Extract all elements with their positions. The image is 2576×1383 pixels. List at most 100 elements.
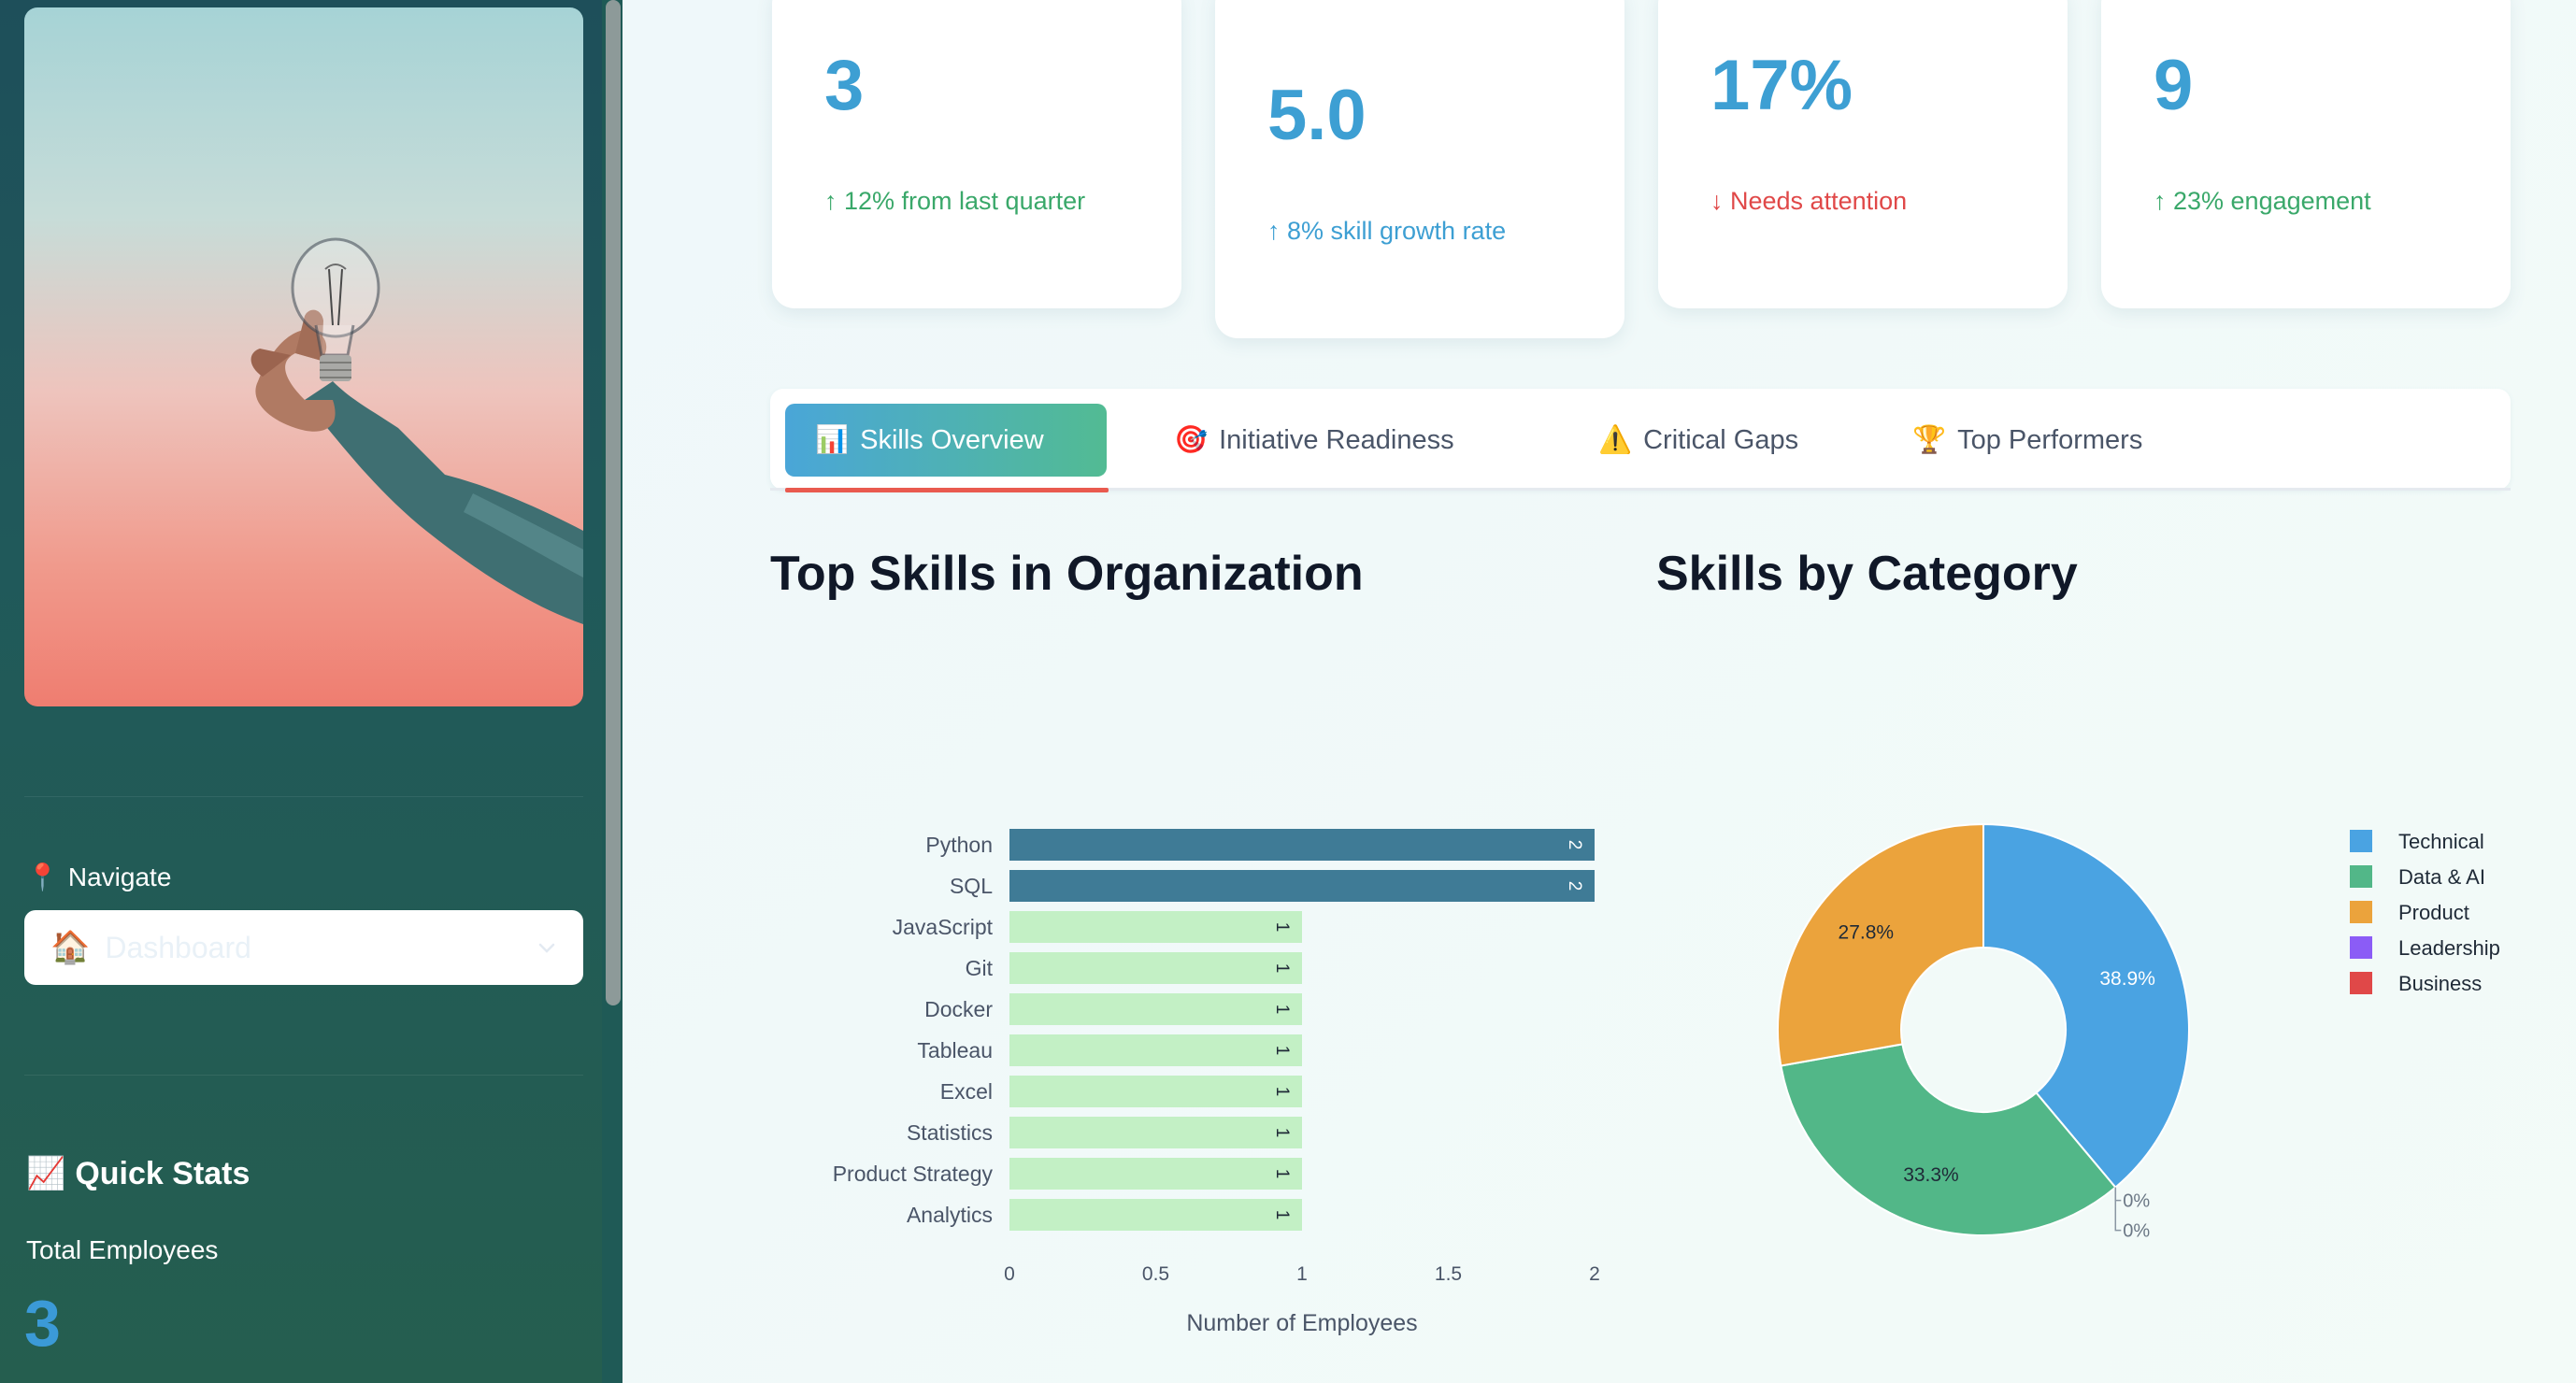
pin-icon: 📍: [26, 863, 59, 891]
navigate-label-text: Navigate: [67, 862, 172, 891]
metric-value: 5.0: [1267, 76, 1367, 155]
bar-javascript[interactable]: [1009, 911, 1302, 943]
legend-label[interactable]: Leadership: [2398, 936, 2500, 960]
top-skills-bar-chart: Python 2 SQL 2 JavaScript 1 Git 1 Docker 1 Tableau…: [833, 829, 1600, 1336]
slice-data-label: 27.8%: [1839, 922, 1895, 944]
sidebar-divider: [24, 1075, 583, 1076]
zero-slice-leader-line: [2114, 1187, 2122, 1232]
bar-python[interactable]: [1009, 829, 1595, 861]
active-tab-indicator: [785, 488, 1109, 492]
legend-label[interactable]: Business: [2398, 972, 2482, 995]
metric-card-skill-score: 5.0 ↑ 8% skill growth rate: [1215, 0, 1624, 338]
bar-git[interactable]: [1009, 952, 1302, 984]
legend-label[interactable]: Product: [2398, 901, 2469, 924]
total-employees-value: 3: [24, 1287, 61, 1360]
x-tick-label: 0: [1004, 1263, 1015, 1285]
bar-data-label: 1: [1272, 1210, 1292, 1220]
bar-tableau[interactable]: [1009, 1034, 1302, 1066]
bar-data-label: 1: [1272, 922, 1292, 933]
legend-swatch: [2350, 901, 2372, 923]
bar-category-label: Docker: [924, 997, 993, 1021]
bar-data-label: 2: [1565, 840, 1584, 850]
x-tick-label: 1.5: [1435, 1263, 1462, 1285]
target-icon: 🎯: [1174, 425, 1209, 455]
legend-label[interactable]: Technical: [2398, 830, 2484, 853]
bar-category-label: Analytics: [907, 1203, 993, 1227]
bar-data-label: 1: [1272, 1005, 1292, 1015]
x-tick-label: 1: [1296, 1263, 1308, 1285]
tab-initiative-readiness[interactable]: 🎯 Initiative Readiness: [1144, 404, 1484, 477]
bar-excel[interactable]: [1009, 1076, 1302, 1107]
house-icon: 🏠: [50, 930, 91, 965]
tab-skills-overview[interactable]: 📊 Skills Overview: [785, 404, 1107, 477]
metric-delta: ↑ 12% from last quarter: [824, 187, 1086, 215]
top-skills-title: Top Skills in Organization: [770, 547, 1364, 601]
skills-by-category-donut-chart: 38.9% 33.3% 27.8% 0% 0% Technical Data & AI Pro…: [1777, 822, 2500, 1242]
bar-product-strategy[interactable]: [1009, 1158, 1302, 1190]
tab-label: Initiative Readiness: [1219, 424, 1454, 455]
sidebar-divider: [24, 796, 583, 797]
bar-data-label: 1: [1272, 1046, 1292, 1056]
bar-category-label: SQL: [950, 874, 993, 898]
trophy-icon: 🏆: [1912, 425, 1947, 455]
chevron-down-icon: [538, 943, 555, 953]
bar-data-label: 2: [1565, 881, 1584, 891]
slice-data-label: 0%: [2123, 1191, 2150, 1212]
metric-card-gap-rate: 17% ↓ Needs attention: [1658, 0, 2068, 308]
tab-label: Top Performers: [1957, 424, 2143, 455]
slice-data-label: 38.9%: [2099, 968, 2155, 990]
navigate-select[interactable]: 🏠 Dashboard: [24, 910, 583, 985]
tab-bar: 📊 Skills Overview 🎯 Initiative Readiness…: [770, 389, 2511, 490]
bar-category-label: JavaScript: [893, 915, 994, 939]
skills-by-category-title: Skills by Category: [1656, 547, 2078, 601]
tab-top-performers[interactable]: 🏆 Top Performers: [1882, 404, 2172, 477]
bar-chart-icon: 📊: [815, 425, 850, 455]
legend-swatch: [2350, 865, 2372, 888]
bar-data-label: 1: [1272, 963, 1292, 974]
navigate-label: 📍 Navigate: [26, 862, 171, 892]
x-tick-label: 2: [1589, 1263, 1600, 1285]
bar-category-label: Python: [925, 833, 993, 857]
total-employees-label: Total Employees: [26, 1235, 219, 1264]
tab-label: Skills Overview: [860, 424, 1044, 455]
slice-data-label: 0%: [2123, 1221, 2150, 1242]
bar-category-label: Product Strategy: [833, 1162, 994, 1186]
bar-data-label: 1: [1272, 1087, 1292, 1097]
x-axis-label: Number of Employees: [1186, 1310, 1417, 1336]
quick-stats-title-text: Quick Stats: [75, 1155, 250, 1191]
metric-value: 3: [824, 46, 865, 125]
metric-card-employees: 3 ↑ 12% from last quarter: [772, 0, 1181, 308]
metric-value: 9: [2154, 46, 2194, 125]
donut-slice-product[interactable]: [1777, 822, 1984, 1067]
zero-slice-leader-line: [2114, 1187, 2122, 1202]
legend-swatch: [2350, 830, 2372, 852]
bar-category-label: Excel: [940, 1079, 993, 1104]
bar-analytics[interactable]: [1009, 1199, 1302, 1231]
metric-value: 17%: [1710, 46, 1853, 125]
slice-data-label: 33.3%: [1903, 1164, 1959, 1186]
bar-sql[interactable]: [1009, 870, 1595, 902]
chart-up-icon: 📈: [26, 1156, 66, 1191]
bar-category-label: Statistics: [907, 1120, 993, 1145]
bar-statistics[interactable]: [1009, 1117, 1302, 1148]
tab-critical-gaps[interactable]: ⚠️ Critical Gaps: [1568, 404, 1828, 477]
sidebar: 📍 Navigate 🏠 Dashboard 📈 Quick Stats Tot…: [0, 0, 602, 1383]
bar-category-label: Tableau: [917, 1038, 993, 1062]
metric-card-initiatives: 9 ↑ 23% engagement: [2101, 0, 2511, 308]
bar-data-label: 1: [1272, 1128, 1292, 1138]
legend-label[interactable]: Data & AI: [2398, 865, 2485, 889]
warning-icon: ⚠️: [1598, 425, 1633, 455]
x-tick-label: 0.5: [1142, 1263, 1169, 1285]
tab-label: Critical Gaps: [1643, 424, 1799, 455]
legend-swatch: [2350, 936, 2372, 959]
metric-delta: ↓ Needs attention: [1710, 187, 1908, 215]
metric-delta: ↑ 23% engagement: [2154, 187, 2371, 215]
quick-stats-title: 📈 Quick Stats: [26, 1155, 250, 1192]
lightbulb-hero-image: [24, 7, 583, 706]
sidebar-scrollbar-thumb[interactable]: [606, 0, 621, 1005]
bar-docker[interactable]: [1009, 993, 1302, 1025]
metric-delta: ↑ 8% skill growth rate: [1267, 217, 1507, 245]
legend-swatch: [2350, 972, 2372, 994]
navigate-select-value: Dashboard: [105, 930, 251, 964]
bar-category-label: Git: [966, 956, 994, 980]
